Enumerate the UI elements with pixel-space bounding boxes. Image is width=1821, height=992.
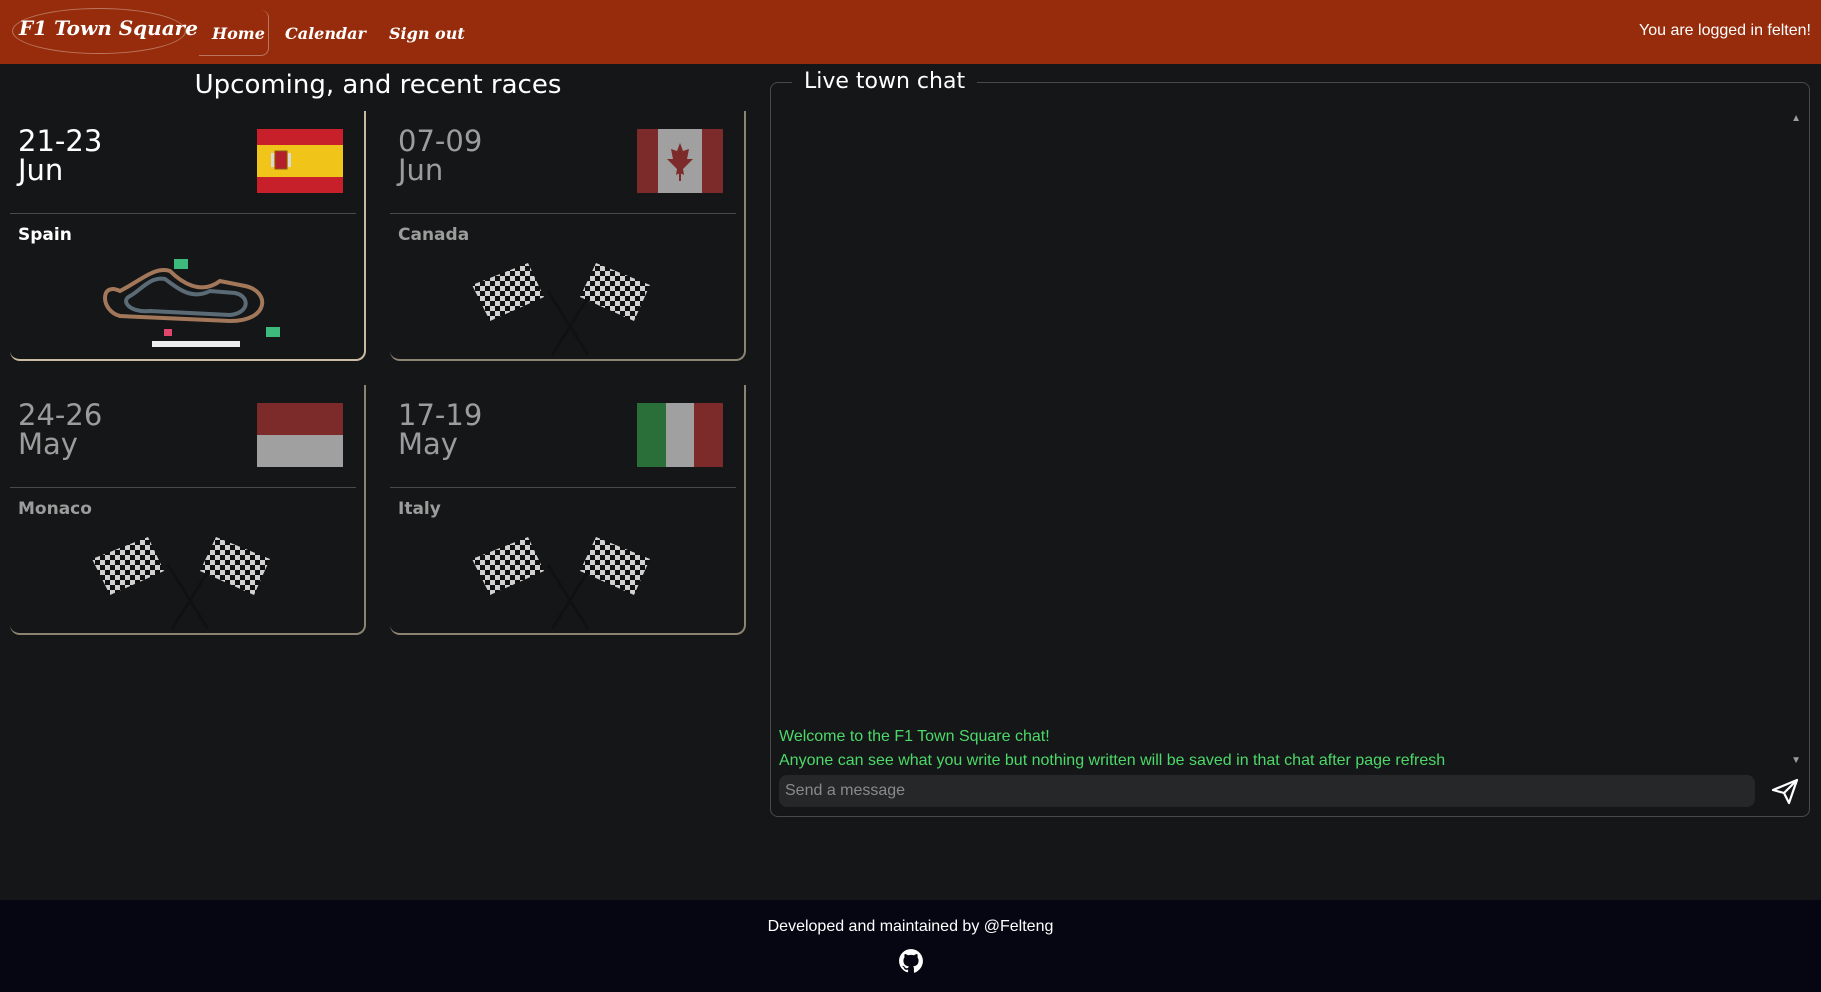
race-dates: 24-26 [18,398,103,432]
card-divider [10,487,356,488]
card-divider [10,213,356,214]
nav-calendar-link[interactable]: Calendar [285,24,366,43]
race-card-canada[interactable]: 07-09 Jun Canada [390,111,746,361]
race-dates: 17-19 [398,398,483,432]
canada-flag-icon [637,129,723,193]
race-date: 24-26 May [18,401,102,459]
monaco-flag-icon [257,403,343,467]
site-logo[interactable]: F1 Town Square [12,8,198,54]
chat-panel: ▲ ▼ Welcome to the F1 Town Square chat! … [770,82,1810,817]
card-divider [390,487,736,488]
race-month: Jun [398,153,444,187]
github-icon[interactable] [898,948,924,974]
races-title: Upcoming, and recent races [194,70,562,100]
top-navbar: F1 Town Square Home Calendar Sign out Yo… [0,0,1821,64]
italy-flag-icon [637,403,723,467]
chat-title: Live town chat [792,69,978,94]
race-dates: 21-23 [18,124,103,158]
race-dates: 07-09 [398,124,483,158]
race-card-italy[interactable]: 17-19 May Italy [390,385,746,635]
circuit-map-icon [70,241,306,357]
chat-message: Welcome to the F1 Town Square chat! [779,728,1050,745]
race-card-monaco[interactable]: 24-26 May Monaco [10,385,366,635]
footer: Developed and maintained by @Felteng [0,900,1821,992]
card-divider [390,213,736,214]
scroll-down-icon[interactable]: ▼ [1791,755,1801,766]
chat-message-input[interactable] [779,775,1755,807]
checkered-flags-icon [450,515,686,631]
race-date: 07-09 Jun [398,127,482,185]
race-month: May [18,427,78,461]
checkered-flags-icon [450,241,686,357]
race-card-spain[interactable]: 21-23 Jun Spain [10,111,366,361]
send-icon [1771,778,1799,805]
race-date: 17-19 May [398,401,482,459]
login-status: You are logged in felten! [1639,22,1811,39]
race-country: Spain [18,225,72,245]
checkered-flags-icon [70,515,306,631]
race-country: Italy [398,499,441,519]
spain-flag-icon [257,129,343,193]
site-logo-text[interactable]: F1 Town Square [19,16,198,40]
race-date: 21-23 Jun [18,127,102,185]
footer-credit: Developed and maintained by @Felteng [767,918,1054,935]
chat-message: Anyone can see what you write but nothin… [779,752,1446,769]
nav-home-link[interactable]: Home [212,24,265,43]
race-month: May [398,427,458,461]
scroll-up-icon[interactable]: ▲ [1791,113,1801,124]
race-month: Jun [18,153,64,187]
nav-sign-out-link[interactable]: Sign out [389,24,465,43]
send-button[interactable] [1769,775,1801,807]
